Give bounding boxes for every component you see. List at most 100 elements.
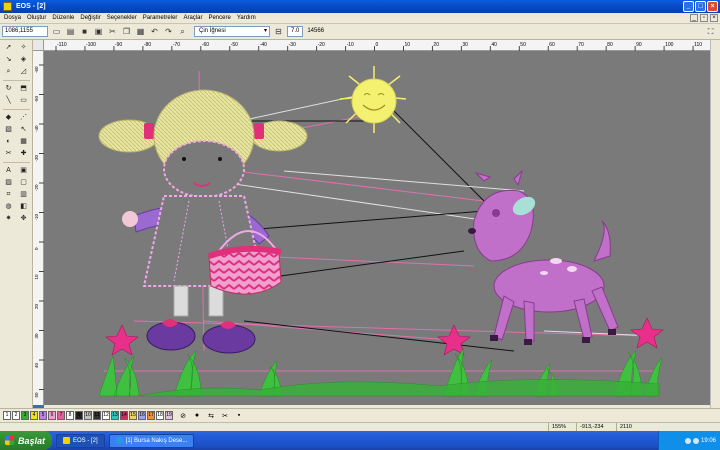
ruler-label: 0 xyxy=(34,247,39,250)
stitch-type-select[interactable]: Çin İğnesi ▾ xyxy=(194,26,270,37)
menu-pencere[interactable]: Pencere xyxy=(208,15,230,21)
menu-dosya[interactable]: Dosya xyxy=(4,15,21,21)
fill-tool[interactable]: ◈ xyxy=(18,54,29,65)
fill-stitch-tool[interactable]: ▧ xyxy=(3,124,14,135)
color-swatch-3[interactable]: 3 xyxy=(21,411,29,420)
task-browser[interactable]: [1] Bursa Nakış Dese... xyxy=(108,433,195,448)
color-swatch-9[interactable]: 9 xyxy=(75,411,83,420)
status-bar: 155% -913,-234 2110 xyxy=(0,422,720,432)
menu-araclar[interactable]: Araçlar xyxy=(183,15,202,21)
text-tool[interactable]: A xyxy=(3,165,14,176)
color-swatch-14[interactable]: 14 xyxy=(120,411,128,420)
window-controls: _ □ × xyxy=(683,1,718,12)
measure-icon: ◿ xyxy=(20,68,27,75)
color-swatch-2[interactable]: 2 xyxy=(12,411,20,420)
rotate-tool[interactable]: ↻ xyxy=(3,83,14,94)
cut-button[interactable]: ✂ xyxy=(107,26,118,37)
stitch-length-input[interactable]: 7.0 xyxy=(287,26,304,37)
color-swatch-1[interactable]: 1 xyxy=(3,411,11,420)
color-swatch-18[interactable]: 18 xyxy=(156,411,164,420)
task-eos[interactable]: EOS - [2] xyxy=(56,433,105,448)
ruler-label: -40 xyxy=(34,125,39,132)
image-tool[interactable]: ▨ xyxy=(3,177,14,188)
color-swatch-17[interactable]: 17 xyxy=(147,411,155,420)
scissors-icon[interactable]: ✂ xyxy=(220,411,230,421)
ruler-label: 100 xyxy=(665,42,674,48)
minimize-button[interactable]: _ xyxy=(683,1,694,12)
menu-parametreler[interactable]: Parametreler xyxy=(143,15,178,21)
ruler-icon: ⊟ xyxy=(275,26,282,36)
color-swatch-16[interactable]: 16 xyxy=(138,411,146,420)
density-tool[interactable]: ▥ xyxy=(18,189,29,200)
color-swatch-6[interactable]: 6 xyxy=(48,411,56,420)
menu-yardim[interactable]: Yardım xyxy=(237,15,256,21)
sequence-tool[interactable]: ⌗ xyxy=(3,189,14,200)
save-button[interactable]: ■ xyxy=(79,26,90,37)
mirror-tool[interactable]: ⬒ xyxy=(18,83,29,94)
trim-marker-icon[interactable]: ● xyxy=(192,411,202,421)
menu-degistir[interactable]: Değiştir xyxy=(80,15,100,21)
run-tool[interactable]: ⋰ xyxy=(18,112,29,123)
settings-tool[interactable]: ✷ xyxy=(3,213,14,224)
stop-icon[interactable]: ⊘ xyxy=(178,411,188,421)
paste-button[interactable]: ▦ xyxy=(135,26,146,37)
undo-button[interactable]: ↶ xyxy=(149,26,160,37)
applique-tool[interactable]: ▣ xyxy=(18,165,29,176)
menu-olustur[interactable]: Oluştur xyxy=(27,15,46,21)
trim-tool[interactable]: ✂ xyxy=(3,148,14,159)
color-swatch-7[interactable]: 7 xyxy=(57,411,65,420)
line-tool[interactable]: ╲ xyxy=(3,95,14,106)
color-swatch-4[interactable]: 4 xyxy=(30,411,38,420)
color-swatch-12[interactable]: 12 xyxy=(102,411,110,420)
color-swap-icon[interactable]: ⇆ xyxy=(206,411,216,421)
satin-tool[interactable]: ◆ xyxy=(3,112,14,123)
grid-tool[interactable]: ▦ xyxy=(18,136,29,147)
open-file-button[interactable]: ▤ xyxy=(65,26,76,37)
vertical-scrollbar[interactable] xyxy=(710,40,720,408)
measure-tool[interactable]: ◿ xyxy=(18,66,29,77)
ruler-label: -10 xyxy=(34,213,39,220)
network-icon[interactable] xyxy=(684,437,691,444)
zoom-button[interactable]: ⌕ xyxy=(177,26,188,37)
move-tool[interactable]: ✥ xyxy=(18,213,29,224)
ruler-label: 80 xyxy=(607,42,613,48)
start-button[interactable]: Başlat xyxy=(0,431,52,450)
color-swatch-10[interactable]: 10 xyxy=(84,411,92,420)
color-swatch-11[interactable]: 11 xyxy=(93,411,101,420)
frame-tool[interactable]: ▢ xyxy=(18,177,29,188)
color-swatch-13[interactable]: 13 xyxy=(111,411,119,420)
color-swatch-15[interactable]: 15 xyxy=(129,411,137,420)
sun-motif xyxy=(339,66,407,133)
fullscreen-button[interactable]: ⛶ xyxy=(705,26,716,37)
redo-button[interactable]: ↷ xyxy=(163,26,174,37)
color-swatch-5[interactable]: 5 xyxy=(39,411,47,420)
doc-minimize-button[interactable]: _ xyxy=(690,14,698,22)
select-tool[interactable]: ➚ xyxy=(3,42,14,53)
node-edit-tool[interactable]: ✧ xyxy=(18,42,29,53)
new-file-button[interactable]: ▭ xyxy=(51,26,62,37)
color-swatch-19[interactable]: 19 xyxy=(165,411,173,420)
print-button[interactable]: ▣ xyxy=(93,26,104,37)
scissors-icon: ✂ xyxy=(109,26,116,36)
center-tool[interactable]: ✚ xyxy=(18,148,29,159)
color-swatch-8[interactable]: 8 xyxy=(66,411,74,420)
design-canvas[interactable] xyxy=(44,51,710,405)
lock-tool[interactable]: ◍ xyxy=(3,201,14,212)
gradient-tool[interactable]: ◧ xyxy=(18,201,29,212)
move-icon: ✥ xyxy=(20,215,27,222)
doc-close-button[interactable]: × xyxy=(710,14,718,22)
menu-duzenle[interactable]: Düzenle xyxy=(52,15,74,21)
menu-secenekler[interactable]: Seçenekler xyxy=(107,15,137,21)
maximize-button[interactable]: □ xyxy=(695,1,706,12)
doc-restore-button[interactable]: ▫ xyxy=(700,14,708,22)
reshape-tool[interactable]: ↘ xyxy=(3,54,14,65)
stitch-length-icon: ⊟ xyxy=(273,26,284,37)
lock-icon[interactable]: ▪ xyxy=(234,411,244,421)
zoom-tool[interactable]: ⌕ xyxy=(3,66,14,77)
volume-icon[interactable] xyxy=(692,437,699,444)
color-tool[interactable]: ◐ xyxy=(3,136,14,147)
close-button[interactable]: × xyxy=(707,1,718,12)
rect-tool[interactable]: ▭ xyxy=(18,95,29,106)
cursor-tool[interactable]: ↖ xyxy=(18,124,29,135)
copy-button[interactable]: ❐ xyxy=(121,26,132,37)
